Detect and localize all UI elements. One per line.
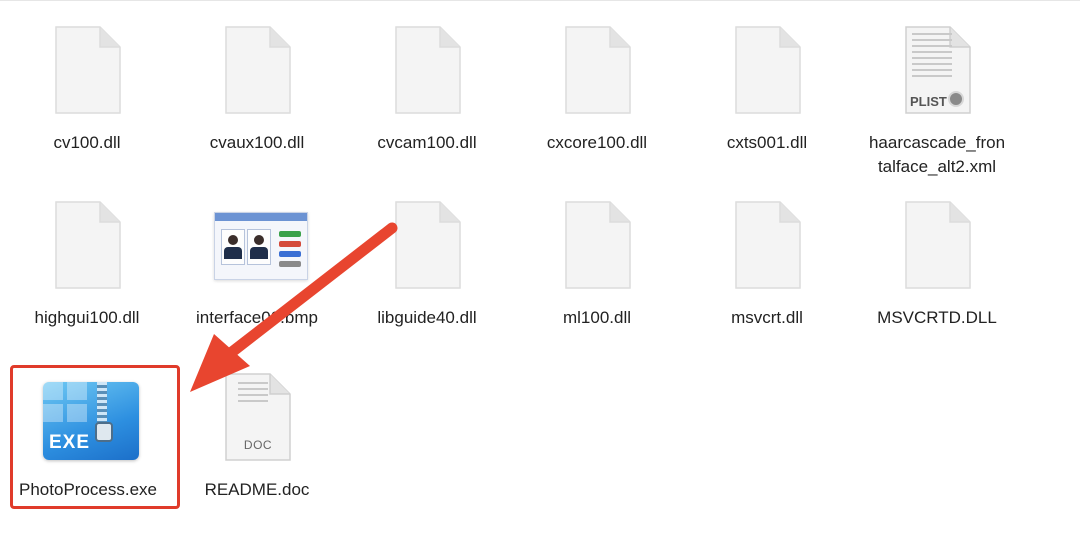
file-cvaux100-dll[interactable]: cvaux100.dll: [172, 25, 342, 155]
file-msvcrtd-dll[interactable]: MSVCRTD.DLL: [852, 200, 1022, 330]
gear-icon: [948, 91, 964, 107]
file-name: cv100.dll: [53, 133, 121, 152]
document-icon: [564, 200, 632, 290]
file-cv100-dll[interactable]: cv100.dll: [2, 25, 172, 155]
file-name: cvcam100.dll: [377, 133, 477, 152]
file-interface-bmp[interactable]: interface00.bmp: [172, 200, 342, 330]
file-haarcascade-xml[interactable]: PLIST haarcascade_fron talface_alt2.xml: [852, 25, 1022, 179]
file-name: cxcore100.dll: [546, 133, 648, 152]
document-icon: [734, 25, 802, 115]
toolbar-divider: [0, 0, 1080, 1]
doc-document-icon: DOC: [224, 372, 292, 462]
file-cvcam100-dll[interactable]: cvcam100.dll: [342, 25, 512, 155]
document-icon: [54, 25, 122, 115]
document-icon: [224, 25, 292, 115]
file-name: cxts001.dll: [726, 133, 808, 152]
file-libguide40-dll[interactable]: libguide40.dll: [342, 200, 512, 330]
file-name: interface00.bmp: [196, 308, 318, 327]
highlight-box: [10, 365, 180, 509]
plist-tag: PLIST: [910, 94, 947, 109]
document-icon: [904, 200, 972, 290]
file-cxts001-dll[interactable]: cxts001.dll: [682, 25, 852, 155]
document-icon: [54, 200, 122, 290]
document-icon: [564, 25, 632, 115]
file-name: cvaux100.dll: [209, 133, 305, 152]
file-name: haarcascade_fron talface_alt2.xml: [868, 133, 1006, 176]
document-icon: [394, 25, 462, 115]
file-name: ml100.dll: [562, 308, 632, 327]
doc-tag: DOC: [243, 438, 273, 452]
document-icon: [394, 200, 462, 290]
file-cxcore100-dll[interactable]: cxcore100.dll: [512, 25, 682, 155]
plist-document-icon: PLIST: [904, 25, 972, 115]
file-name: libguide40.dll: [377, 308, 477, 327]
file-highgui100-dll[interactable]: highgui100.dll: [2, 200, 172, 330]
file-readme-doc[interactable]: DOC README.doc: [172, 372, 342, 502]
file-ml100-dll[interactable]: ml100.dll: [512, 200, 682, 330]
image-thumbnail-icon: [214, 212, 308, 280]
file-msvcrt-dll[interactable]: msvcrt.dll: [682, 200, 852, 330]
document-icon: [734, 200, 802, 290]
file-name: MSVCRTD.DLL: [877, 308, 997, 327]
file-name: README.doc: [204, 480, 310, 499]
file-name: msvcrt.dll: [731, 308, 803, 327]
file-name: highgui100.dll: [34, 308, 140, 327]
